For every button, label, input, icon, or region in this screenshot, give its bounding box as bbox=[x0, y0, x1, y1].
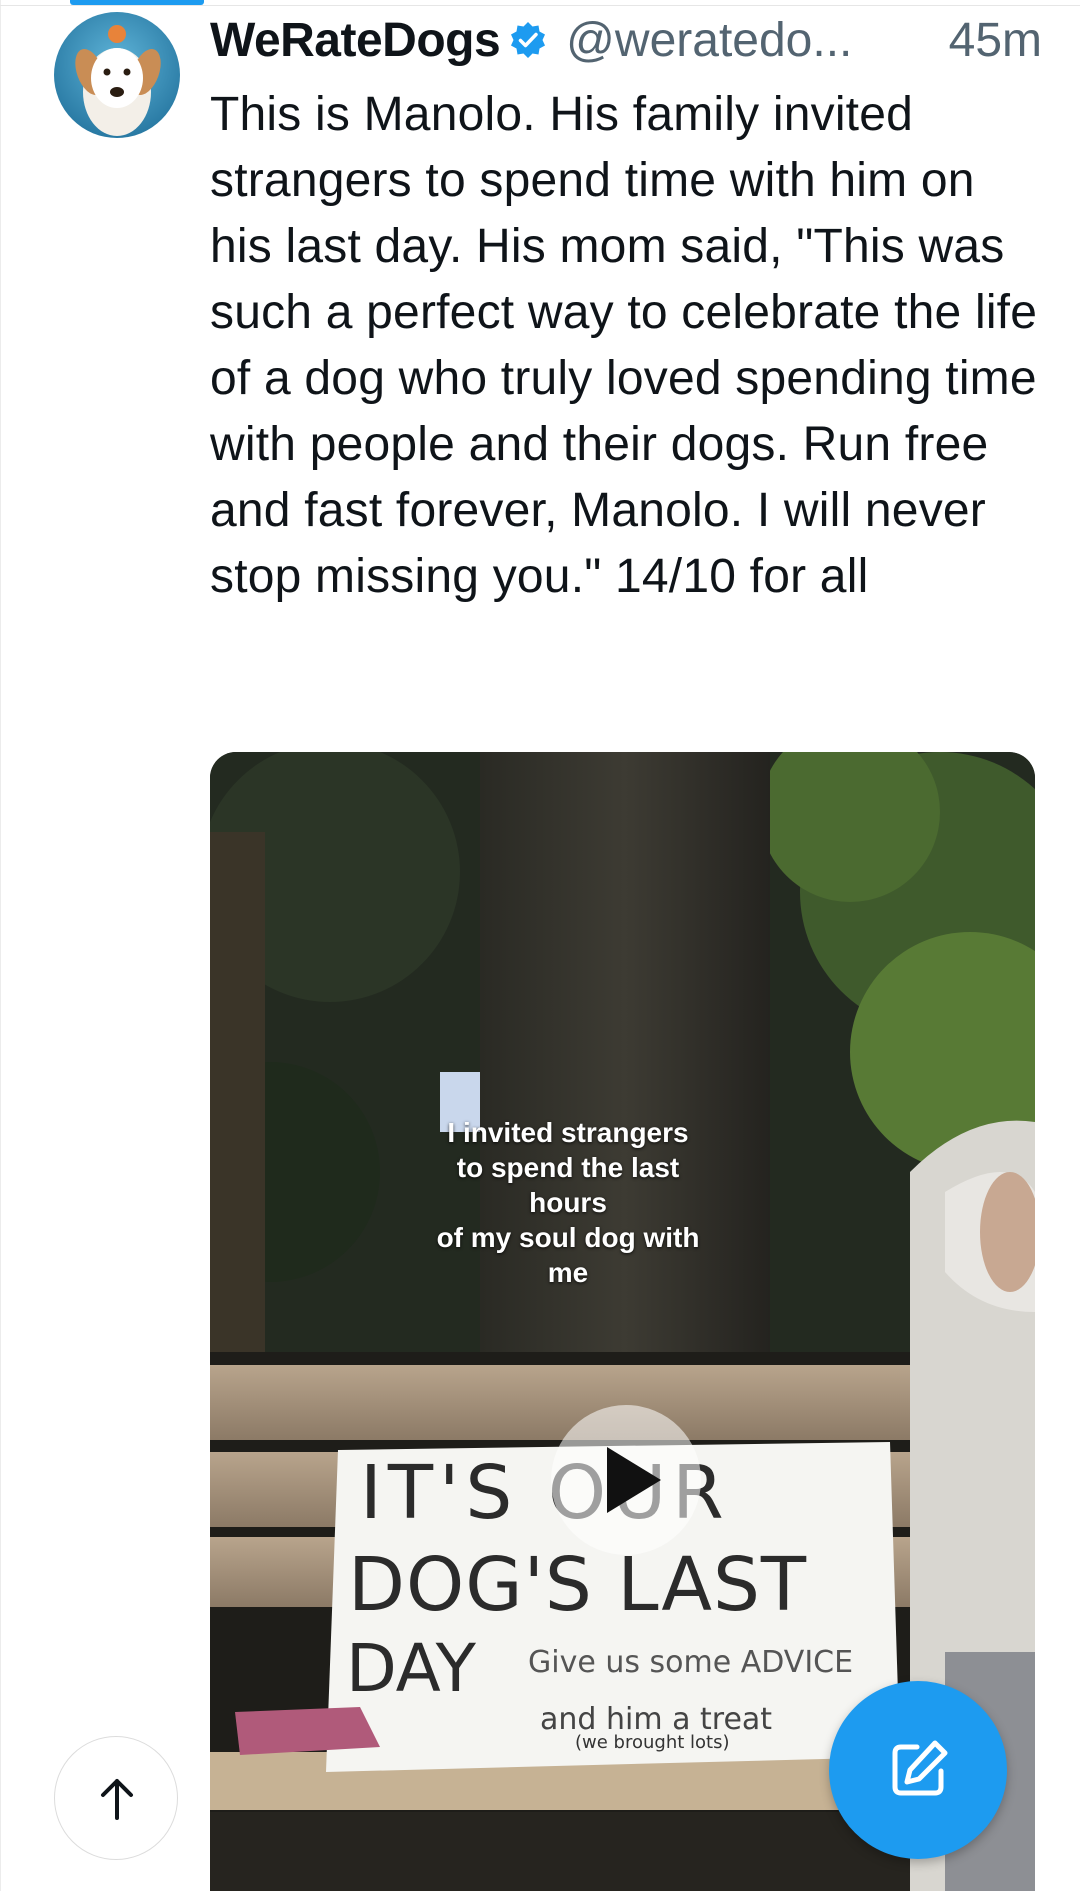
sign-text: Give us some ADVICE bbox=[528, 1645, 854, 1680]
user-handle[interactable]: @weratedo... bbox=[566, 13, 852, 68]
compose-button[interactable] bbox=[829, 1681, 1007, 1859]
timestamp[interactable]: 45m bbox=[949, 13, 1042, 68]
compose-icon bbox=[892, 1740, 948, 1796]
arrow-up-icon bbox=[101, 1779, 133, 1820]
sign-text: (we brought lots) bbox=[575, 1732, 730, 1753]
top-divider bbox=[0, 5, 1080, 6]
video-caption: I invited strangers to spend the last ho… bbox=[418, 1115, 718, 1290]
scroll-to-top-button[interactable] bbox=[54, 1736, 178, 1860]
avatar[interactable] bbox=[54, 12, 180, 138]
play-icon bbox=[607, 1447, 661, 1513]
video-caption-line: to spend the last hours bbox=[456, 1152, 680, 1218]
play-button[interactable] bbox=[551, 1405, 701, 1555]
video-caption-line: of my soul dog with me bbox=[436, 1222, 700, 1288]
sign-text: DAY bbox=[346, 1630, 477, 1707]
display-name[interactable]: WeRateDogs bbox=[210, 13, 501, 68]
tweet-header: WeRateDogs @weratedo... 45m bbox=[210, 10, 1042, 70]
left-border bbox=[0, 0, 1, 1891]
verified-badge-icon bbox=[508, 20, 548, 60]
video-caption-line: I invited strangers bbox=[447, 1117, 689, 1148]
tweet-text: This is Manolo. His family invited stran… bbox=[210, 88, 1038, 603]
